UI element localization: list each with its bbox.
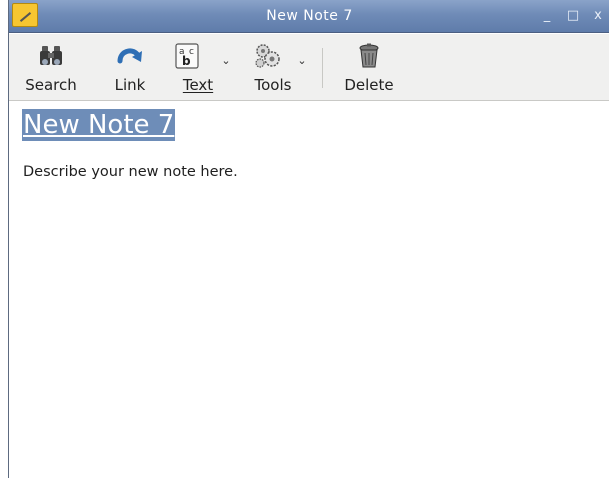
tools-menu-caret-icon: ⌄ <box>297 54 307 67</box>
note-editor[interactable]: New Note 7 Describe your new note here. <box>9 102 609 478</box>
note-window: New Note 7 _ □ x Search Link a c b ⌄ Tex… <box>8 0 609 478</box>
link-button[interactable]: Link <box>106 34 154 101</box>
title-bar[interactable]: New Note 7 _ □ x <box>9 0 609 33</box>
search-label: Search <box>25 76 77 94</box>
toolbar-separator <box>322 48 323 88</box>
window-title: New Note 7 <box>266 8 353 24</box>
toolbar: Search Link a c b ⌄ Text ⌄ Tools Delete <box>9 34 609 101</box>
maximize-button[interactable]: □ <box>565 8 581 24</box>
gears-icon <box>255 44 280 68</box>
delete-label: Delete <box>344 76 394 94</box>
note-title[interactable]: New Note 7 <box>22 109 176 141</box>
link-label: Link <box>114 76 146 94</box>
svg-text:b: b <box>182 54 191 68</box>
close-button[interactable]: x <box>590 8 606 24</box>
tools-menu-button[interactable]: ⌄ Tools <box>239 34 307 101</box>
tools-label: Tools <box>254 76 292 94</box>
delete-button[interactable]: Delete <box>336 34 402 101</box>
binoculars-icon <box>40 46 62 65</box>
search-button[interactable]: Search <box>16 34 86 101</box>
text-menu-button[interactable]: a c b ⌄ Text <box>168 34 231 101</box>
trash-can-icon <box>359 43 379 68</box>
text-menu-caret-icon: ⌄ <box>221 54 231 67</box>
text-format-icon: a c b <box>175 43 199 69</box>
text-label: Text <box>182 76 214 94</box>
note-body[interactable]: Describe your new note here. <box>23 164 238 180</box>
curved-arrow-icon <box>117 48 142 64</box>
minimize-button[interactable]: _ <box>539 8 555 24</box>
